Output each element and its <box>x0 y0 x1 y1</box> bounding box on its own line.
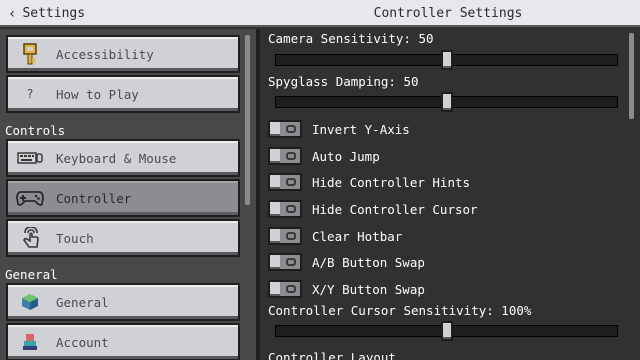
camera-sensitivity-label: Camera Sensitivity: 50 <box>268 31 434 46</box>
sidebar-item-label: General <box>56 294 109 310</box>
toggle-off-icon <box>286 205 296 213</box>
toggle-ab-button-swap[interactable]: A/B Button Swap <box>268 252 425 272</box>
toggle-label: Clear Hotbar <box>312 228 403 244</box>
sidebar-item-how-to-play[interactable]: ? How to Play <box>6 75 240 113</box>
sidebar-item-keyboard-mouse[interactable]: Keyboard & Mouse <box>6 139 240 177</box>
sidebar-scrollbar[interactable] <box>245 35 250 205</box>
slider-thumb[interactable] <box>440 50 453 70</box>
sidebar-item-label: Controller <box>56 190 132 206</box>
toggle-knob <box>270 255 280 269</box>
chevron-left-icon: ‹ <box>8 5 17 22</box>
toggle-xy-button-swap[interactable]: X/Y Button Swap <box>268 279 425 299</box>
sidebar-item-account[interactable]: Account <box>6 323 240 360</box>
toggle-hide-controller-hints[interactable]: Hide Controller Hints <box>268 172 470 192</box>
slider-thumb[interactable] <box>440 321 453 341</box>
toggle-knob <box>270 202 280 216</box>
page-title: Controller Settings <box>373 6 523 21</box>
toggle-off-icon <box>286 258 296 266</box>
keyboard-icon <box>8 143 52 173</box>
toggle-label: X/Y Button Swap <box>312 281 425 297</box>
slider-fill <box>276 97 447 107</box>
toggle-clear-hotbar[interactable]: Clear Hotbar <box>268 226 402 246</box>
key-icon <box>8 39 52 69</box>
sidebar-item-accessibility[interactable]: Accessibility <box>6 35 240 73</box>
question-icon: ? <box>26 87 34 101</box>
sidebar-item-controller[interactable]: Controller <box>6 179 240 217</box>
sidebar-item-label: Accessibility <box>56 46 154 62</box>
toggle-switch[interactable] <box>268 200 302 218</box>
camera-sensitivity-slider[interactable] <box>275 50 618 70</box>
controller-layout-heading: Controller Layout <box>268 350 396 360</box>
section-heading-controls: Controls <box>5 123 66 138</box>
sidebar-item-label: Keyboard & Mouse <box>56 150 177 166</box>
toggle-switch[interactable] <box>268 227 302 245</box>
toggle-off-icon <box>286 285 296 293</box>
top-bar: ‹ Settings Controller Settings <box>0 0 640 27</box>
settings-scrollbar[interactable] <box>629 33 634 119</box>
cursor-sensitivity-slider[interactable] <box>275 321 618 341</box>
touch-icon <box>8 223 52 253</box>
section-heading-general: General <box>5 267 58 282</box>
back-button[interactable]: ‹ Settings <box>8 5 85 22</box>
back-label: Settings <box>22 6 86 21</box>
toggle-label: Hide Controller Hints <box>312 174 471 190</box>
toggle-switch[interactable] <box>268 120 302 138</box>
sidebar-item-label: Account <box>56 334 109 350</box>
toggle-off-icon <box>286 125 296 133</box>
toggle-knob <box>270 229 280 243</box>
toggle-switch[interactable] <box>268 253 302 271</box>
toggle-off-icon <box>286 178 296 186</box>
slider-fill <box>276 55 447 65</box>
toggle-invert-y-axis[interactable]: Invert Y-Axis <box>268 119 410 139</box>
toggle-switch[interactable] <box>268 147 302 165</box>
toggle-off-icon <box>286 152 296 160</box>
sidebar-item-touch[interactable]: Touch <box>6 219 240 257</box>
spyglass-damping-label: Spyglass Damping: 50 <box>268 74 419 89</box>
sidebar-item-label: How to Play <box>56 86 139 102</box>
toggle-label: A/B Button Swap <box>312 254 425 270</box>
toggle-auto-jump[interactable]: Auto Jump <box>268 146 380 166</box>
gamepad-icon <box>8 183 52 213</box>
slider-fill <box>276 326 447 336</box>
spyglass-damping-slider[interactable] <box>275 92 618 112</box>
sidebar-item-general[interactable]: General <box>6 283 240 321</box>
toggle-label: Invert Y-Axis <box>312 121 410 137</box>
sidebar-item-label: Touch <box>56 230 94 246</box>
toggle-label: Hide Controller Cursor <box>312 201 478 217</box>
toggle-off-icon <box>286 232 296 240</box>
toggle-knob <box>270 122 280 136</box>
slider-thumb[interactable] <box>440 92 453 112</box>
toggle-switch[interactable] <box>268 173 302 191</box>
toggle-label: Auto Jump <box>312 148 380 164</box>
toggle-hide-controller-cursor[interactable]: Hide Controller Cursor <box>268 199 478 219</box>
toggle-knob <box>270 149 280 163</box>
toggle-switch[interactable] <box>268 280 302 298</box>
account-icon <box>8 327 52 357</box>
toggle-knob <box>270 282 280 296</box>
toggle-knob <box>270 175 280 189</box>
cursor-sensitivity-label: Controller Cursor Sensitivity: 100% <box>268 303 532 318</box>
cube-icon <box>8 287 52 317</box>
